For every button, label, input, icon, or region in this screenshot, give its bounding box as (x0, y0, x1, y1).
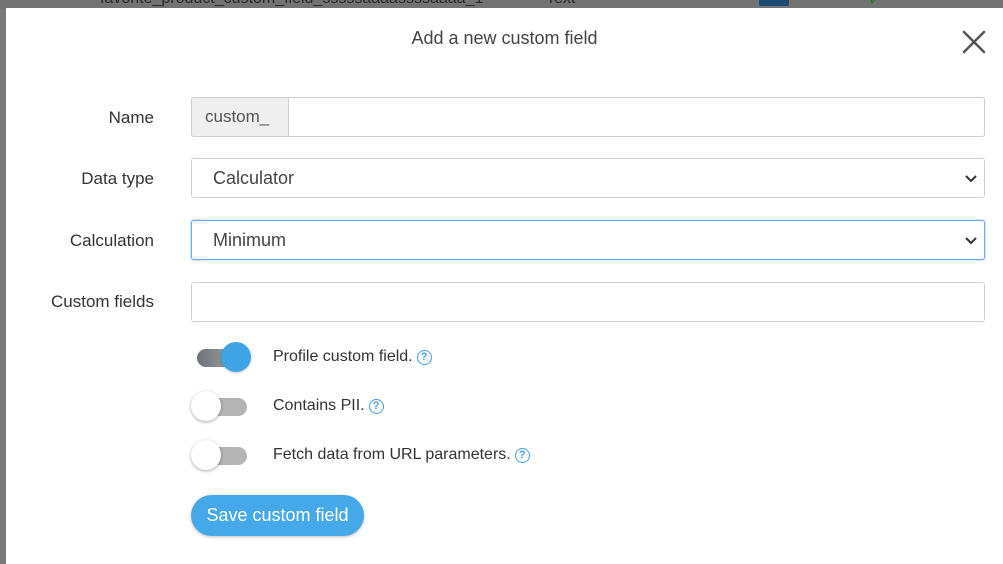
chevron-down-icon (965, 237, 977, 245)
contains-pii-label: Contains PII. ? (273, 397, 384, 415)
name-prefix: custom_ (192, 98, 289, 136)
name-input[interactable] (289, 98, 984, 136)
add-custom-field-modal: Add a new custom field Name custom_ Data… (6, 8, 1003, 564)
calculation-value: Minimum (213, 229, 287, 250)
toggle-knob (191, 440, 221, 470)
contains-pii-toggle[interactable] (191, 390, 249, 421)
close-icon[interactable] (958, 26, 990, 58)
toggle-label-text: Profile custom field. (273, 348, 413, 365)
data-type-label: Data type (81, 169, 154, 188)
name-field-group: custom_ (191, 97, 985, 137)
background-field-name: favorite_product_custom_field_sssssaaaas… (100, 0, 483, 8)
save-custom-field-button[interactable]: Save custom field (191, 495, 364, 536)
calculation-select[interactable]: Minimum (191, 220, 985, 260)
fetch-url-params-label: Fetch data from URL parameters. ? (273, 446, 530, 464)
chevron-down-icon (965, 175, 977, 183)
custom-fields-input[interactable] (191, 282, 985, 322)
name-label: Name (108, 108, 154, 127)
help-icon[interactable]: ? (514, 447, 530, 463)
toggle-knob (191, 391, 221, 421)
calculation-label: Calculation (69, 231, 154, 250)
data-type-select[interactable]: Calculator (191, 158, 985, 198)
toggle-knob (221, 342, 251, 372)
help-icon[interactable]: ? (368, 398, 384, 414)
toggle-label-text: Contains PII. (273, 397, 365, 414)
modal-title: Add a new custom field (411, 28, 598, 48)
help-icon[interactable]: ? (416, 349, 432, 365)
custom-fields-label: Custom fields (51, 292, 154, 311)
toggle-label-text: Fetch data from URL parameters. (273, 446, 511, 463)
background-badge (759, 0, 789, 6)
profile-custom-field-label: Profile custom field. ? (273, 348, 432, 366)
fetch-url-params-toggle[interactable] (191, 439, 249, 470)
profile-custom-field-toggle[interactable] (191, 341, 251, 372)
background-field-type: Text (546, 0, 575, 8)
data-type-value: Calculator (213, 167, 295, 188)
